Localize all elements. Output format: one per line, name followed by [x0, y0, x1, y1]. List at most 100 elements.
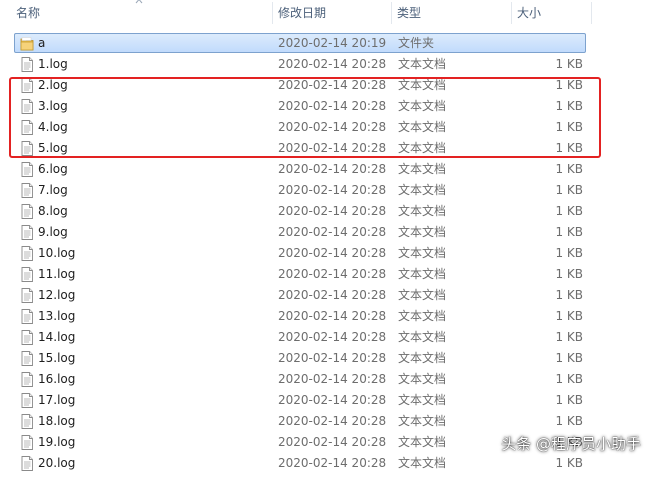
- file-date: 2020-02-14 20:28: [278, 57, 387, 71]
- text-file-icon: [20, 372, 34, 387]
- file-name: 8.log: [38, 204, 68, 218]
- file-date: 2020-02-14 20:28: [278, 309, 387, 323]
- column-header-type[interactable]: 类型: [391, 0, 511, 26]
- folder-row[interactable]: a 2020-02-14 20:19 文件夹: [0, 33, 651, 54]
- folder-icon: [20, 36, 34, 51]
- file-size: 1 KB: [555, 288, 583, 302]
- file-row[interactable]: 6.log 2020-02-14 20:28 文本文档 1 KB: [0, 159, 651, 180]
- file-row[interactable]: 13.log 2020-02-14 20:28 文本文档 1 KB: [0, 306, 651, 327]
- text-file-icon: [20, 288, 34, 303]
- file-size: 1 KB: [555, 330, 583, 344]
- file-size: 1 KB: [555, 120, 583, 134]
- file-size: 1 KB: [555, 309, 583, 323]
- file-size: 1 KB: [555, 246, 583, 260]
- file-row[interactable]: 16.log 2020-02-14 20:28 文本文档 1 KB: [0, 369, 651, 390]
- column-header-name-label: 名称: [16, 6, 41, 20]
- column-header-type-label: 类型: [397, 6, 422, 20]
- text-file-icon: [20, 246, 34, 261]
- file-row[interactable]: 5.log 2020-02-14 20:28 文本文档 1 KB: [0, 138, 651, 159]
- file-size: 1 KB: [555, 162, 583, 176]
- file-type: 文本文档: [398, 372, 447, 386]
- column-header-date[interactable]: 修改日期: [272, 0, 392, 26]
- file-name: 19.log: [38, 435, 76, 449]
- column-header-bar: 名称 修改日期 类型 大小: [0, 0, 651, 28]
- file-row[interactable]: 20.log 2020-02-14 20:28 文本文档 1 KB: [0, 453, 651, 474]
- column-header-size[interactable]: 大小: [511, 0, 591, 26]
- file-row[interactable]: 2.log 2020-02-14 20:28 文本文档 1 KB: [0, 75, 651, 96]
- file-type: 文本文档: [398, 288, 447, 302]
- file-name: 6.log: [38, 162, 68, 176]
- column-header-date-label: 修改日期: [278, 6, 327, 20]
- watermark: 头条 @程序员小助手: [501, 435, 641, 453]
- file-size: 1 KB: [555, 414, 583, 428]
- file-type: 文本文档: [398, 57, 447, 71]
- file-type: 文本文档: [398, 141, 447, 155]
- text-file-icon: [20, 330, 34, 345]
- file-name: 12.log: [38, 288, 76, 302]
- text-file-icon: [20, 225, 34, 240]
- file-date: 2020-02-14 20:28: [278, 267, 387, 281]
- file-type: 文本文档: [398, 414, 447, 428]
- file-date: 2020-02-14 20:28: [278, 330, 387, 344]
- file-name: 11.log: [38, 267, 76, 281]
- sort-ascending-icon: [135, 0, 143, 4]
- file-row[interactable]: 18.log 2020-02-14 20:28 文本文档 1 KB: [0, 411, 651, 432]
- file-name: 18.log: [38, 414, 76, 428]
- file-name: 4.log: [38, 120, 68, 134]
- file-date: 2020-02-14 20:28: [278, 204, 387, 218]
- file-name: 9.log: [38, 225, 68, 239]
- file-date: 2020-02-14 20:28: [278, 372, 387, 386]
- file-name: a: [38, 36, 46, 50]
- file-name: 7.log: [38, 183, 68, 197]
- text-file-icon: [20, 393, 34, 408]
- file-date: 2020-02-14 20:28: [278, 141, 387, 155]
- text-file-icon: [20, 351, 34, 366]
- file-name: 2.log: [38, 78, 68, 92]
- file-date: 2020-02-14 20:19: [278, 36, 387, 50]
- file-date: 2020-02-14 20:28: [278, 162, 387, 176]
- file-type: 文本文档: [398, 225, 447, 239]
- file-type: 文本文档: [398, 330, 447, 344]
- file-type: 文本文档: [398, 120, 447, 134]
- file-name: 17.log: [38, 393, 76, 407]
- file-size: 1 KB: [555, 183, 583, 197]
- text-file-icon: [20, 99, 34, 114]
- column-divider[interactable]: [591, 2, 592, 24]
- file-row[interactable]: 9.log 2020-02-14 20:28 文本文档 1 KB: [0, 222, 651, 243]
- file-size: 1 KB: [555, 456, 583, 470]
- file-size: 1 KB: [555, 99, 583, 113]
- file-type: 文本文档: [398, 204, 447, 218]
- file-row[interactable]: 10.log 2020-02-14 20:28 文本文档 1 KB: [0, 243, 651, 264]
- file-date: 2020-02-14 20:28: [278, 456, 387, 470]
- text-file-icon: [20, 414, 34, 429]
- file-row[interactable]: 1.log 2020-02-14 20:28 文本文档 1 KB: [0, 54, 651, 75]
- text-file-icon: [20, 267, 34, 282]
- file-size: 1 KB: [555, 372, 583, 386]
- file-size: 1 KB: [555, 393, 583, 407]
- file-row[interactable]: 3.log 2020-02-14 20:28 文本文档 1 KB: [0, 96, 651, 117]
- file-row[interactable]: 11.log 2020-02-14 20:28 文本文档 1 KB: [0, 264, 651, 285]
- text-file-icon: [20, 120, 34, 135]
- file-date: 2020-02-14 20:28: [278, 225, 387, 239]
- file-row[interactable]: 14.log 2020-02-14 20:28 文本文档 1 KB: [0, 327, 651, 348]
- file-type: 文本文档: [398, 435, 447, 449]
- file-row[interactable]: 12.log 2020-02-14 20:28 文本文档 1 KB: [0, 285, 651, 306]
- file-type: 文本文档: [398, 246, 447, 260]
- file-row[interactable]: 4.log 2020-02-14 20:28 文本文档 1 KB: [0, 117, 651, 138]
- file-type: 文件夹: [398, 36, 435, 50]
- file-size: 1 KB: [555, 141, 583, 155]
- file-type: 文本文档: [398, 393, 447, 407]
- file-row[interactable]: 17.log 2020-02-14 20:28 文本文档 1 KB: [0, 390, 651, 411]
- file-type: 文本文档: [398, 99, 447, 113]
- file-date: 2020-02-14 20:28: [278, 78, 387, 92]
- file-row[interactable]: 7.log 2020-02-14 20:28 文本文档 1 KB: [0, 180, 651, 201]
- file-name: 13.log: [38, 309, 76, 323]
- file-name: 14.log: [38, 330, 76, 344]
- text-file-icon: [20, 162, 34, 177]
- file-row[interactable]: 15.log 2020-02-14 20:28 文本文档 1 KB: [0, 348, 651, 369]
- file-name: 1.log: [38, 57, 68, 71]
- file-row[interactable]: 8.log 2020-02-14 20:28 文本文档 1 KB: [0, 201, 651, 222]
- column-header-size-label: 大小: [517, 6, 542, 20]
- text-file-icon: [20, 141, 34, 156]
- text-file-icon: [20, 57, 34, 72]
